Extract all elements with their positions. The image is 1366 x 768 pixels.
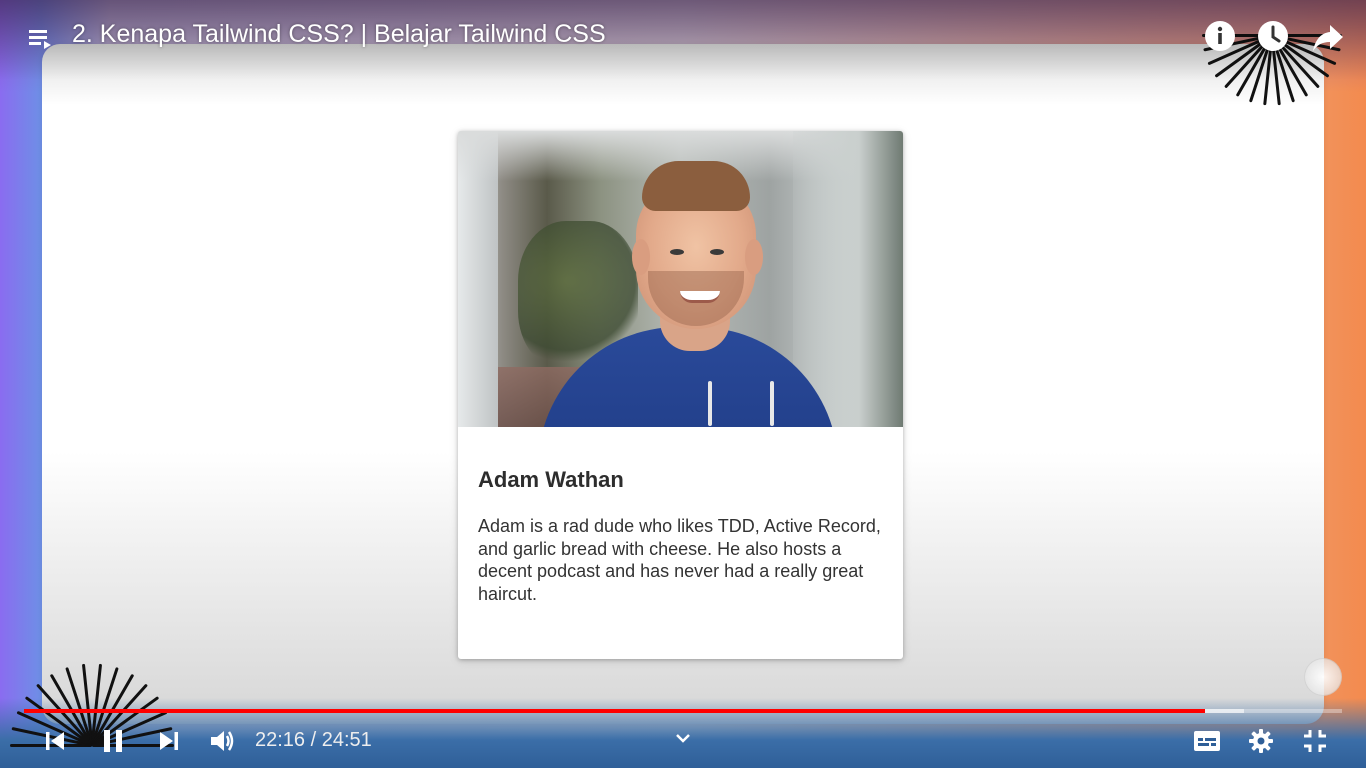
card-body: Adam Wathan Adam is a rad dude who likes…	[458, 427, 903, 605]
profile-photo	[458, 131, 903, 427]
volume-icon[interactable]	[205, 724, 239, 758]
previous-icon[interactable]	[38, 724, 72, 758]
chevron-down-icon[interactable]	[671, 726, 695, 750]
info-icon[interactable]	[1202, 18, 1238, 54]
pause-icon[interactable]	[96, 724, 130, 758]
video-frame[interactable]: Adam Wathan Adam is a rad dude who likes…	[0, 0, 1366, 768]
captions-icon[interactable]	[1190, 724, 1224, 758]
profile-bio: Adam is a rad dude who likes TDD, Active…	[478, 516, 881, 604]
time-display: 22:16 / 24:51	[255, 729, 372, 751]
next-icon[interactable]	[152, 724, 186, 758]
profile-card: Adam Wathan Adam is a rad dude who likes…	[458, 131, 903, 659]
settings-icon[interactable]	[1244, 724, 1278, 758]
share-icon[interactable]	[1309, 18, 1347, 56]
progress-bar[interactable]	[24, 709, 1342, 713]
playlist-icon[interactable]	[24, 22, 56, 54]
watch-later-icon[interactable]	[1255, 18, 1291, 54]
progress-played	[24, 709, 1205, 713]
profile-name: Adam Wathan	[478, 467, 624, 492]
video-title[interactable]: 2. Kenapa Tailwind CSS? | Belajar Tailwi…	[72, 20, 606, 49]
channel-watermark[interactable]	[1304, 658, 1342, 696]
exit-fullscreen-icon[interactable]	[1298, 724, 1332, 758]
